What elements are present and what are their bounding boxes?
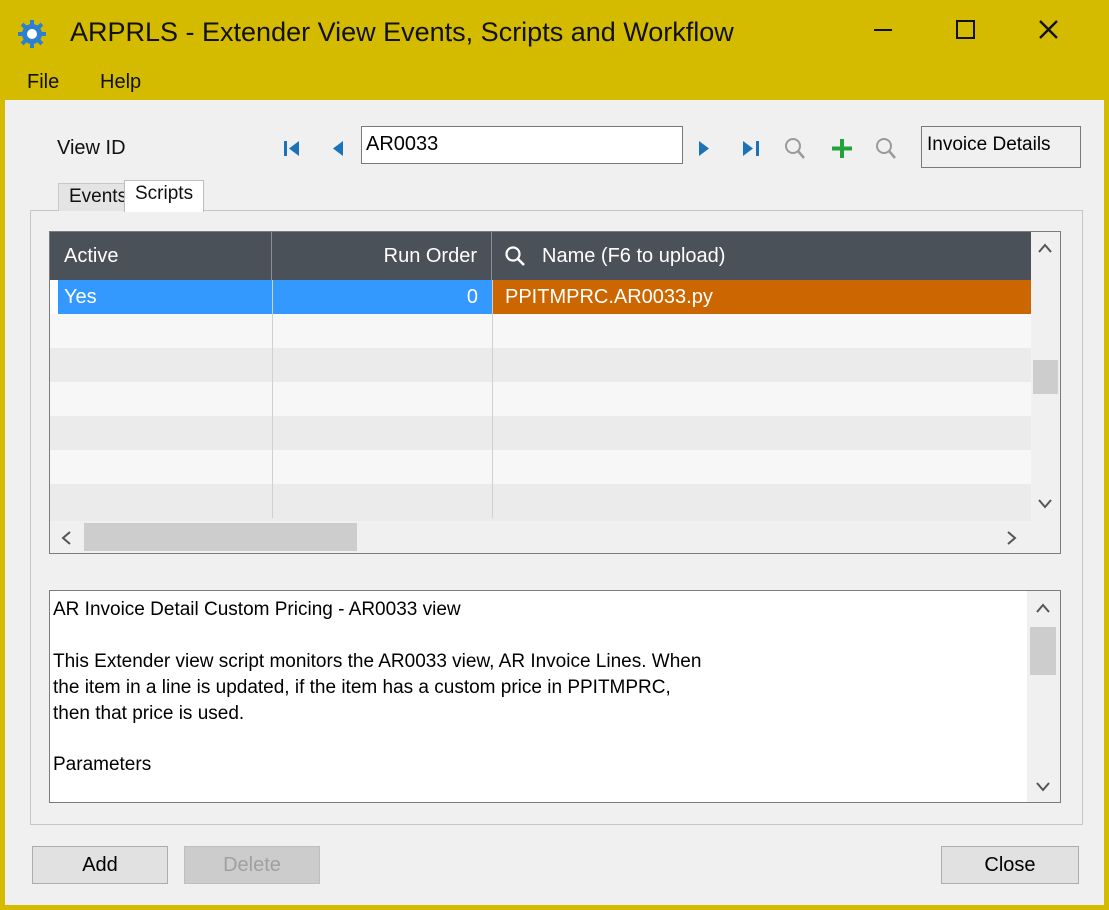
script-text-line: then that price is used.	[53, 703, 245, 724]
view-description: Invoice Details	[921, 126, 1081, 168]
cell-run-order[interactable]	[272, 314, 492, 348]
table-row-empty[interactable]	[50, 450, 1031, 484]
scrollbar-thumb[interactable]	[1030, 627, 1056, 675]
cell-run-order[interactable]	[272, 348, 492, 382]
grid-vertical-scrollbar[interactable]	[1031, 232, 1060, 521]
scripts-grid: Active Run Order Name (F6 to upload) Yes…	[49, 231, 1061, 554]
cell-active[interactable]: Yes	[58, 280, 272, 314]
scroll-corner	[1031, 521, 1060, 553]
cell-name[interactable]	[492, 450, 1031, 484]
close-icon	[1039, 20, 1058, 39]
scrollbar-thumb[interactable]	[1033, 360, 1058, 394]
window-title: ARPRLS - Extender View Events, Scripts a…	[70, 17, 734, 47]
cell-name[interactable]	[492, 314, 1031, 348]
maximize-icon	[956, 20, 975, 39]
app-window: ARPRLS - Extender View Events, Scripts a…	[0, 0, 1109, 910]
view-id-input[interactable]: AR0033	[361, 126, 683, 164]
chevron-right-icon[interactable]	[1006, 530, 1018, 546]
gear-icon	[18, 20, 46, 48]
minimize-icon	[874, 29, 892, 31]
table-row[interactable]: Yes 0 PPITMPRC.AR0033.py	[50, 280, 1031, 314]
delete-button[interactable]: Delete	[184, 846, 320, 884]
finder-icon	[785, 138, 805, 159]
close-window-button[interactable]	[1019, 8, 1079, 52]
cell-run-order[interactable]	[272, 450, 492, 484]
title-bar[interactable]: ARPRLS - Extender View Events, Scripts a…	[0, 0, 1109, 64]
add-view-button[interactable]	[829, 134, 855, 162]
menu-help[interactable]: Help	[100, 69, 141, 95]
chevron-left-icon[interactable]	[60, 530, 72, 546]
table-row-empty[interactable]	[50, 484, 1031, 521]
first-record-button[interactable]	[280, 134, 306, 162]
previous-record-icon	[333, 141, 343, 156]
previous-record-button[interactable]	[326, 134, 352, 162]
zoom-button[interactable]	[873, 134, 899, 162]
script-text-line: This Extender view script monitors the A…	[53, 651, 702, 672]
cell-name[interactable]	[492, 416, 1031, 450]
chevron-down-icon[interactable]	[1037, 498, 1053, 510]
view-id-label: View ID	[57, 137, 126, 159]
script-description-textarea[interactable]: AR Invoice Detail Custom Pricing - AR003…	[49, 590, 1061, 803]
table-row-empty[interactable]	[50, 416, 1031, 450]
close-button[interactable]: Close	[941, 846, 1079, 884]
scrollbar-thumb[interactable]	[84, 523, 357, 551]
textarea-vertical-scrollbar[interactable]	[1027, 591, 1060, 802]
grid-horizontal-scrollbar[interactable]	[50, 521, 1031, 553]
cell-run-order[interactable]	[272, 484, 492, 518]
chevron-up-icon[interactable]	[1037, 242, 1053, 254]
last-record-icon	[743, 141, 759, 156]
cell-name[interactable]	[492, 348, 1031, 382]
search-icon[interactable]	[504, 245, 526, 267]
menu-bar: File Help	[0, 64, 1109, 100]
next-record-icon	[699, 141, 709, 156]
column-header-name[interactable]: Name (F6 to upload)	[492, 232, 1031, 280]
cell-run-order[interactable]	[272, 416, 492, 450]
maximize-button[interactable]	[936, 8, 996, 52]
menu-file[interactable]: File	[27, 69, 59, 95]
cell-name[interactable]	[492, 382, 1031, 416]
minimize-button[interactable]	[854, 8, 914, 52]
table-row-empty[interactable]	[50, 348, 1031, 382]
cell-run-order[interactable]: 0	[272, 280, 492, 314]
last-record-button[interactable]	[738, 134, 764, 162]
add-button[interactable]: Add	[32, 846, 168, 884]
script-text-line: Parameters	[53, 754, 152, 775]
table-row-empty[interactable]	[50, 314, 1031, 348]
script-text-line: AR Invoice Detail Custom Pricing - AR003…	[53, 599, 461, 620]
chevron-down-icon[interactable]	[1035, 781, 1051, 793]
cell-name[interactable]: PPITMPRC.AR0033.py	[492, 280, 1031, 314]
grid-header: Active Run Order Name (F6 to upload)	[50, 232, 1031, 280]
finder-button[interactable]	[782, 134, 808, 162]
zoom-icon	[876, 138, 896, 159]
table-row-empty[interactable]	[50, 382, 1031, 416]
chevron-up-icon[interactable]	[1035, 602, 1051, 614]
first-record-icon	[284, 141, 299, 156]
cell-name[interactable]	[492, 484, 1031, 518]
tab-scripts[interactable]: Scripts	[124, 180, 205, 212]
script-text-line: the item in a line is updated, if the it…	[53, 677, 671, 698]
column-header-run-order[interactable]: Run Order	[272, 232, 492, 280]
cell-run-order[interactable]	[272, 382, 492, 416]
add-icon	[832, 139, 852, 158]
next-record-button[interactable]	[692, 134, 718, 162]
column-header-active[interactable]: Active	[50, 232, 272, 280]
